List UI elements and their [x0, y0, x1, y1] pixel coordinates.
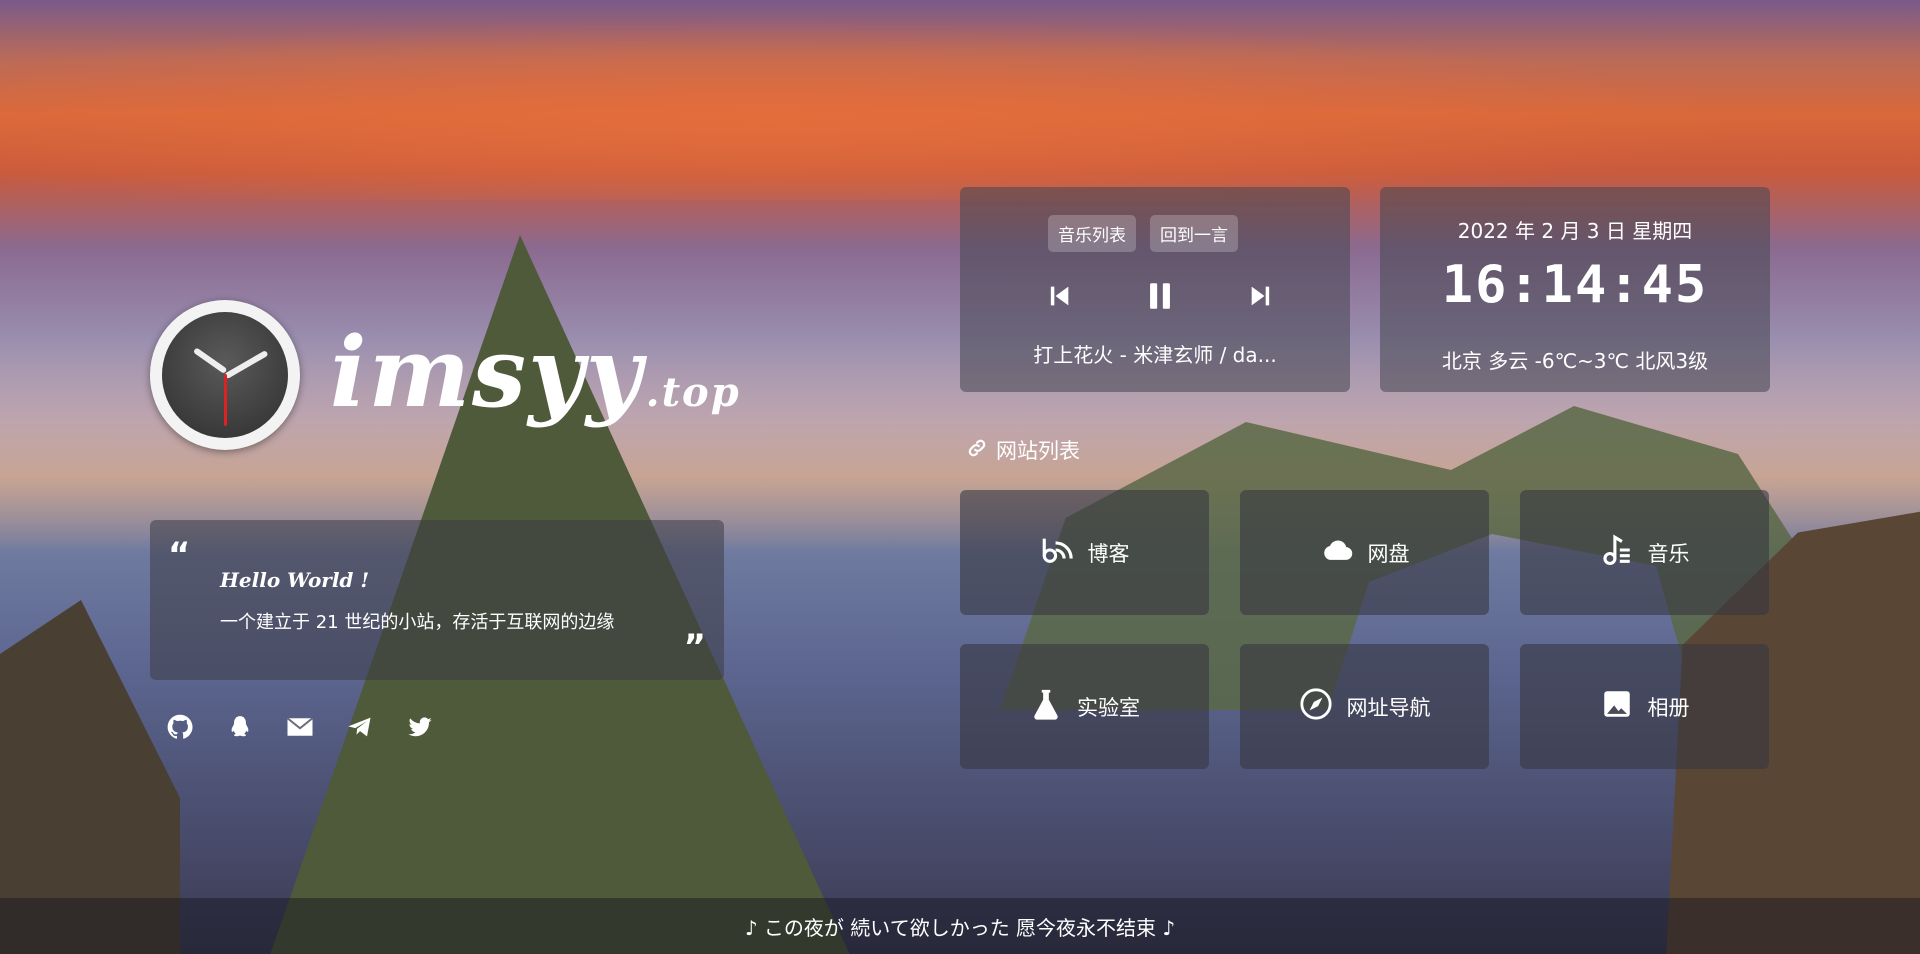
date-text: 2022 年 2 月 3 日 星期四: [1457, 219, 1693, 243]
lyric-footer: ♪ この夜が 続いて欲しかった 愿今夜永不结束 ♪: [0, 898, 1920, 954]
site-tile-cloud[interactable]: 网盘: [1240, 490, 1489, 615]
close-quote-icon: ”: [683, 627, 706, 667]
twitter-icon[interactable]: [405, 712, 435, 742]
music-player-card: 音乐列表 回到一言 打上花火 - 米津玄师 / da...: [960, 187, 1350, 392]
site-tile-label: 网址导航: [1346, 695, 1431, 720]
now-playing-text: 打上花火 - 米津玄师 / da...: [1033, 343, 1277, 367]
previous-track-icon[interactable]: [1040, 277, 1078, 315]
image-icon: [1600, 687, 1634, 726]
next-track-icon[interactable]: [1242, 277, 1280, 315]
site-tile-lab[interactable]: 实验室: [960, 644, 1209, 769]
site-tile-label: 实验室: [1077, 695, 1140, 720]
mail-icon[interactable]: [285, 712, 315, 742]
site-name: imsyy: [330, 316, 644, 429]
blog-icon: [1040, 533, 1074, 572]
social-links: [165, 712, 435, 742]
site-list-heading: 网站列表: [966, 435, 1080, 465]
site-suffix: .top: [645, 369, 741, 416]
telegram-icon[interactable]: [345, 712, 375, 742]
open-quote-icon: “: [168, 535, 191, 575]
qq-icon[interactable]: [225, 712, 255, 742]
site-tile-navigation[interactable]: 网址导航: [1240, 644, 1489, 769]
clock-logo-icon: [150, 300, 300, 450]
flask-icon: [1029, 687, 1063, 726]
compass-icon: [1299, 687, 1333, 726]
quote-title: Hello World !: [220, 568, 370, 592]
site-title: imsyy.top: [330, 318, 741, 448]
weather-text: 北京 多云 -6℃~3℃ 北风3级: [1441, 349, 1709, 373]
site-list-label: 网站列表: [996, 439, 1080, 463]
background-scenery: [0, 0, 1920, 954]
time-display: 16:14:45: [1441, 255, 1709, 315]
site-tile-label: 音乐: [1647, 541, 1690, 566]
site-tile-album[interactable]: 相册: [1520, 644, 1769, 769]
quote-card: “ Hello World ! 一个建立于 21 世纪的小站，存活于互联网的边缘…: [150, 520, 724, 680]
site-tile-label: 相册: [1647, 695, 1690, 720]
site-tile-music[interactable]: 音乐: [1520, 490, 1769, 615]
quote-text: 一个建立于 21 世纪的小站，存活于互联网的边缘: [220, 612, 615, 633]
site-tile-label: 博客: [1087, 541, 1130, 566]
music-note-icon: [1600, 533, 1634, 572]
pause-icon[interactable]: [1141, 277, 1179, 315]
playlist-button[interactable]: 音乐列表: [1048, 215, 1136, 252]
clock-weather-card: 2022 年 2 月 3 日 星期四 16:14:45 北京 多云 -6℃~3℃…: [1380, 187, 1770, 392]
cloud-icon: [1320, 533, 1354, 572]
link-icon: [966, 437, 988, 464]
lyric-text: ♪ この夜が 続いて欲しかった 愿今夜永不结束 ♪: [744, 915, 1176, 940]
github-icon[interactable]: [165, 712, 195, 742]
site-tile-label: 网盘: [1367, 541, 1410, 566]
back-to-quote-button[interactable]: 回到一言: [1150, 215, 1238, 252]
site-tile-blog[interactable]: 博客: [960, 490, 1209, 615]
